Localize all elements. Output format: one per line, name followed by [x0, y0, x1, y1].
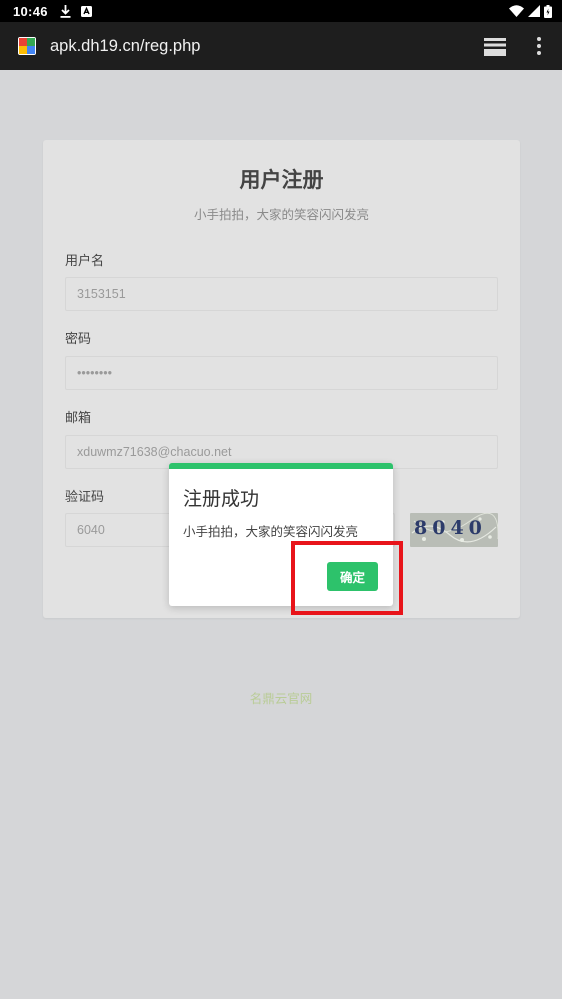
- site-favicon-icon: [18, 37, 36, 55]
- status-time: 10:46: [13, 3, 48, 19]
- username-input[interactable]: 3153151: [65, 277, 498, 311]
- battery-icon: [544, 4, 552, 18]
- wifi-icon: [509, 5, 524, 17]
- dialog-message: 小手拍拍，大家的笑容闪闪发亮: [183, 524, 359, 539]
- tabs-stack-icon[interactable]: [484, 38, 506, 56]
- email-label: 邮箱: [65, 411, 92, 426]
- dialog-title: 注册成功: [183, 488, 260, 510]
- captcha-image[interactable]: 8040: [410, 513, 498, 547]
- captcha-text: 8040: [414, 517, 487, 539]
- page-subtitle: 小手拍拍，大家的笑容闪闪发亮: [193, 207, 369, 222]
- password-label: 密码: [65, 332, 92, 347]
- url-text[interactable]: apk.dh19.cn/reg.php: [50, 37, 200, 56]
- success-dialog: 注册成功 小手拍拍，大家的笑容闪闪发亮 确定: [169, 463, 393, 606]
- password-input[interactable]: ••••••••: [65, 356, 498, 390]
- official-site-link[interactable]: 名鼎云官网: [0, 688, 562, 707]
- confirm-button[interactable]: 确定: [327, 562, 378, 591]
- cell-signal-icon: [528, 5, 540, 17]
- app-notification-icon: [80, 5, 92, 17]
- overflow-menu-icon[interactable]: [534, 35, 544, 57]
- username-label: 用户名: [65, 254, 105, 269]
- download-icon: [60, 4, 71, 18]
- captcha-label: 验证码: [65, 490, 105, 505]
- status-bar: 10:46: [0, 0, 562, 22]
- browser-toolbar: apk.dh19.cn/reg.php: [0, 22, 562, 70]
- page-title: 用户注册: [239, 168, 324, 192]
